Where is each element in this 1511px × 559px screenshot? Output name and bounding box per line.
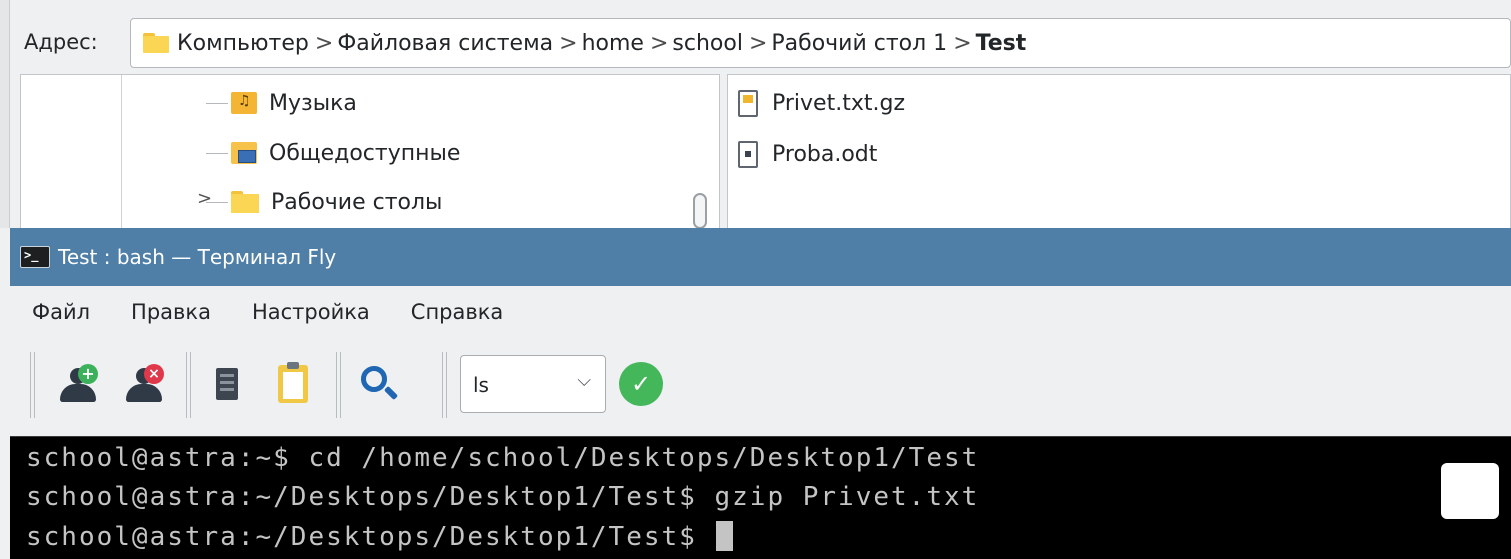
menu-edit[interactable]: Правка [131, 300, 211, 324]
toolbar-grip [442, 352, 447, 418]
confirm-icon[interactable]: ✓ [619, 362, 663, 406]
file-name: Privet.txt.gz [772, 90, 905, 116]
remove-user-icon: × [122, 364, 166, 404]
command-combo[interactable]: ls ⌵ [460, 355, 606, 413]
terminal-app-icon: >_ [20, 246, 50, 268]
tree-item-label: Рабочие столы [271, 189, 443, 215]
find-button[interactable] [355, 360, 403, 408]
music-folder-icon: ♫ [231, 92, 257, 114]
add-user-icon: + [56, 364, 100, 404]
text-cursor [716, 521, 734, 551]
toolbar-grip [30, 352, 35, 418]
overlay-square [1441, 463, 1499, 519]
console-prompt: school@astra:~/Desktops/Desktop1/Test$ [26, 522, 715, 552]
new-session-button[interactable]: + [54, 360, 102, 408]
chevron-down-icon[interactable]: ⌵ [577, 370, 591, 391]
terminal-window: >_ Test : bash — Терминал Fly Файл Правк… [10, 228, 1511, 559]
console-line: school@astra:~$ cd /home/school/Desktops… [26, 443, 980, 473]
file-list: Privet.txt.gz Proba.odt [727, 74, 1511, 228]
address-field[interactable]: Компьютер > Файловая система > home > sc… [130, 18, 1511, 68]
tree-item-music[interactable]: ♫ Музыка [231, 88, 357, 118]
breadcrumb-separator: > [314, 30, 334, 56]
console-prompt-line: school@astra:~/Desktops/Desktop1/Test$ [26, 521, 734, 552]
tree-guide-line [121, 75, 122, 229]
file-name: Proba.odt [772, 141, 878, 167]
toolbar-separator [336, 352, 341, 418]
tree-item-public[interactable]: Общедоступные [231, 138, 460, 168]
menu-settings[interactable]: Настройка [252, 300, 370, 324]
terminal-titlebar[interactable]: >_ Test : bash — Терминал Fly [10, 228, 1511, 286]
tree-item-label: Музыка [269, 90, 357, 116]
breadcrumb-filesystem[interactable]: Файловая система [337, 31, 553, 56]
breadcrumb-school[interactable]: school [672, 31, 743, 56]
menu-help[interactable]: Справка [411, 300, 504, 324]
screen: Адрес: Компьютер > Файловая система > ho… [0, 0, 1511, 559]
paste-button[interactable] [269, 360, 317, 408]
tree-item-label: Общедоступные [269, 140, 461, 166]
breadcrumb-separator: > [748, 30, 768, 56]
terminal-toolbar: + × ls ⌵ ✓ [10, 342, 1511, 430]
address-bar: Адрес: Компьютер > Файловая система > ho… [10, 18, 1511, 68]
breadcrumb-home[interactable]: home [582, 31, 644, 56]
tree-scrollbar-thumb[interactable] [693, 193, 707, 229]
public-folder-icon [231, 142, 257, 164]
paste-icon [278, 362, 308, 403]
copy-button[interactable] [203, 360, 251, 408]
toolbar-separator [186, 352, 191, 418]
tree-item-desktops[interactable]: Рабочие столы [231, 187, 442, 217]
breadcrumb-separator: > [649, 30, 669, 56]
console-line: school@astra:~/Desktops/Desktop1/Test$ g… [26, 482, 980, 512]
menu-bar: Файл Правка Настройка Справка [10, 286, 1511, 338]
breadcrumb-computer[interactable]: Компьютер [177, 31, 309, 56]
breadcrumb-separator: > [559, 30, 578, 56]
window-title: Test : bash — Терминал Fly [58, 245, 337, 269]
command-combo-value: ls [473, 373, 489, 397]
close-session-button[interactable]: × [120, 360, 168, 408]
file-item-privet-gz[interactable]: Privet.txt.gz [738, 86, 905, 120]
copy-icon [216, 368, 238, 400]
terminal-console[interactable]: school@astra:~$ cd /home/school/Desktops… [10, 436, 1511, 559]
archive-file-icon [738, 89, 758, 117]
breadcrumb-separator: > [953, 30, 972, 56]
file-item-proba-odt[interactable]: Proba.odt [738, 137, 877, 171]
expand-arrow-icon[interactable]: > [197, 188, 212, 209]
folder-icon [143, 33, 169, 53]
menu-file[interactable]: Файл [32, 300, 90, 324]
window-edge [0, 0, 10, 228]
tree-branch [206, 153, 228, 154]
address-label: Адрес: [24, 30, 98, 54]
file-manager-window: Адрес: Компьютер > Файловая система > ho… [0, 0, 1511, 229]
folder-tree: ♫ Музыка Общедоступные > Рабочие столы [20, 74, 720, 229]
folder-icon [231, 191, 259, 213]
search-icon [359, 364, 399, 404]
breadcrumb-desktop1[interactable]: Рабочий стол 1 [771, 31, 947, 56]
document-file-icon [738, 140, 758, 168]
breadcrumb-test[interactable]: Test [976, 31, 1027, 56]
tree-branch [206, 103, 228, 104]
